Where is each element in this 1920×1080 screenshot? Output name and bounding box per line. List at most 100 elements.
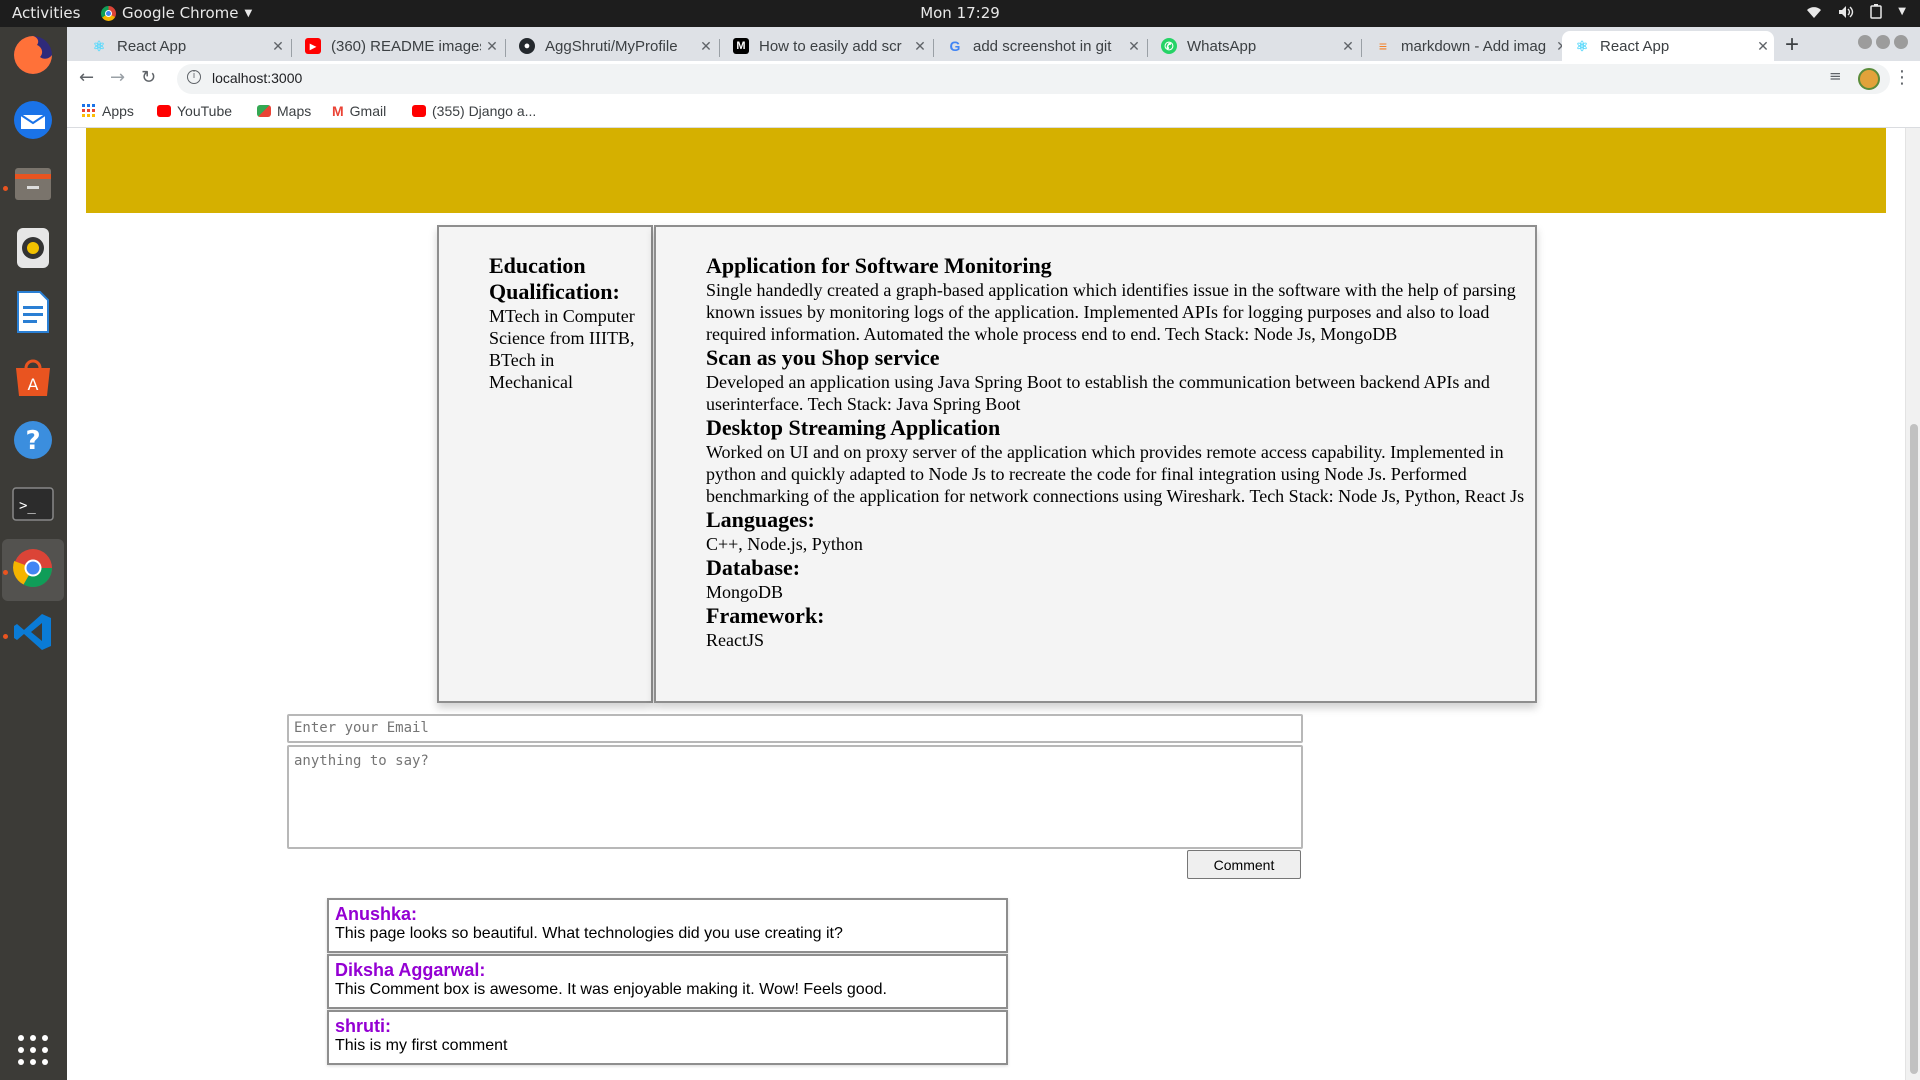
chrome-icon [101, 5, 116, 21]
bookmarks-bar: Apps YouTube Maps M Gmail (355) Django a… [67, 97, 1920, 128]
system-menu-chevron-icon: ▼ [1898, 6, 1906, 17]
tab-whatsapp[interactable]: ✆ WhatsApp ✕ [1149, 31, 1359, 61]
maps-icon [257, 105, 271, 117]
tab-react-app-active[interactable]: ⚛ React App ✕ [1562, 31, 1774, 61]
app-menu-label: Google Chrome [122, 4, 239, 22]
header-banner [86, 128, 1886, 213]
close-icon[interactable]: ✕ [1752, 38, 1774, 55]
dock: A ? >_ [0, 27, 67, 1080]
close-icon[interactable]: ✕ [695, 38, 717, 55]
close-icon[interactable]: ✕ [1123, 38, 1145, 55]
tab-strip: ⚛ React App ✕ ▶ (360) README images ✕ ● … [67, 27, 1920, 61]
terminal-icon[interactable]: >_ [10, 481, 56, 527]
files-icon[interactable] [10, 161, 56, 207]
whatsapp-icon: ✆ [1161, 38, 1177, 54]
bookmark-gmail[interactable]: M Gmail [332, 103, 386, 119]
tab-separator [505, 39, 506, 57]
browser-toolbar: ← → ↻ i localhost:3000 ☆ ≡ ⋮ [67, 61, 1920, 97]
comment-textarea[interactable] [287, 745, 1303, 849]
more-menu-icon[interactable]: ⋮ [1893, 67, 1911, 88]
running-indicator [3, 186, 8, 191]
battery-icon [1870, 4, 1883, 19]
system-tray[interactable]: ▼ [1806, 4, 1906, 19]
skills-languages-value: C++, Node.js, Python [706, 534, 863, 554]
skills-languages-label: Languages: [706, 507, 815, 532]
svg-text:>_: >_ [19, 498, 36, 514]
comment-item: Anushka: This page looks so beautiful. W… [327, 898, 1008, 953]
maximize-button[interactable] [1876, 35, 1890, 49]
skills-framework-value: ReactJS [706, 630, 764, 650]
tab-react-app[interactable]: ⚛ React App ✕ [79, 31, 289, 61]
project-description: Single handedly created a graph-based ap… [706, 280, 1516, 344]
comment-text: This is my first comment [335, 1037, 508, 1054]
gmail-icon: M [332, 103, 344, 119]
project-title: Application for Software Monitoring [706, 253, 1052, 278]
tab-github-profile[interactable]: ● AggShruti/MyProfile ✕ [507, 31, 717, 61]
close-window-button[interactable] [1894, 35, 1908, 49]
bookmark-maps[interactable]: Maps [257, 103, 311, 119]
minimize-button[interactable] [1858, 35, 1872, 49]
comment-button[interactable]: Comment [1187, 850, 1301, 879]
bookmark-django[interactable]: (355) Django a... [412, 103, 536, 119]
youtube-icon: ▶ [305, 38, 321, 54]
bookmark-label: (355) Django a... [432, 103, 537, 119]
bookmark-youtube[interactable]: YouTube [157, 103, 232, 119]
reload-icon[interactable]: ↻ [141, 67, 156, 88]
url-text[interactable]: localhost:3000 [212, 70, 302, 86]
youtube-icon [412, 105, 426, 117]
info-icon[interactable]: i [187, 70, 201, 84]
stackoverflow-icon: ≡ [1378, 38, 1388, 54]
comment-text: This page looks so beautiful. What techn… [335, 925, 843, 942]
app-menu[interactable]: Google Chrome ▼ [101, 4, 252, 22]
tab-stackoverflow[interactable]: ≡ markdown - Add imag ✕ [1363, 31, 1573, 61]
bookmark-label: YouTube [177, 103, 233, 119]
github-icon: ● [519, 38, 535, 54]
running-indicator [3, 634, 8, 639]
system-top-bar: Activities Google Chrome ▼ Mon 17:29 ▼ [0, 0, 1920, 27]
address-bar[interactable]: i localhost:3000 ☆ [177, 64, 1890, 94]
media-control-icon[interactable]: ≡ [1829, 67, 1842, 85]
bookmark-label: Apps [102, 103, 134, 119]
tab-medium-article[interactable]: M How to easily add scr ✕ [721, 31, 931, 61]
vscode-icon[interactable] [10, 609, 56, 655]
avatar[interactable] [1858, 68, 1880, 90]
scrollbar-thumb[interactable] [1910, 424, 1918, 1074]
vertical-scrollbar[interactable] [1905, 128, 1920, 1080]
svg-text:?: ? [25, 426, 40, 456]
libreoffice-writer-icon[interactable] [10, 289, 56, 335]
rhythmbox-icon[interactable] [10, 225, 56, 271]
software-center-icon[interactable]: A [10, 353, 56, 399]
show-apps-icon[interactable] [10, 1027, 56, 1073]
activities-button[interactable]: Activities [12, 4, 80, 22]
clock[interactable]: Mon 17:29 [920, 4, 1000, 22]
close-icon[interactable]: ✕ [267, 38, 289, 55]
education-heading: Education Qualification: [489, 253, 620, 304]
page-viewport: Education Qualification: MTech in Comput… [67, 128, 1920, 1080]
close-icon[interactable]: ✕ [1337, 38, 1359, 55]
tab-google-search[interactable]: G add screenshot in git ✕ [935, 31, 1145, 61]
help-icon[interactable]: ? [10, 417, 56, 463]
react-icon: ⚛ [1575, 37, 1589, 54]
chrome-icon[interactable] [10, 545, 56, 591]
firefox-icon[interactable] [10, 32, 56, 78]
youtube-icon [157, 105, 171, 117]
comment-author: Anushka: [335, 904, 418, 924]
email-field[interactable] [287, 714, 1303, 743]
tab-title: add screenshot in git [973, 37, 1112, 55]
project-description: Worked on UI and on proxy server of the … [706, 442, 1525, 506]
new-tab-button[interactable]: + [1785, 31, 1799, 59]
react-icon: ⚛ [92, 37, 106, 54]
forward-icon[interactable]: → [110, 67, 125, 88]
comment-item: shruti: This is my first comment [327, 1010, 1008, 1065]
education-text: MTech in Computer Science from IIITB, BT… [489, 306, 635, 392]
project-description: Developed an application using Java Spri… [706, 372, 1490, 414]
tab-readme-images[interactable]: ▶ (360) README images ✕ [293, 31, 503, 61]
bookmark-label: Maps [277, 103, 312, 119]
back-icon[interactable]: ← [79, 67, 94, 88]
chevron-down-icon: ▼ [244, 7, 253, 19]
close-icon[interactable]: ✕ [481, 38, 503, 55]
tab-title: markdown - Add imag [1401, 37, 1547, 55]
close-icon[interactable]: ✕ [909, 38, 931, 55]
bookmark-apps[interactable]: Apps [82, 103, 134, 119]
thunderbird-icon[interactable] [10, 97, 56, 143]
